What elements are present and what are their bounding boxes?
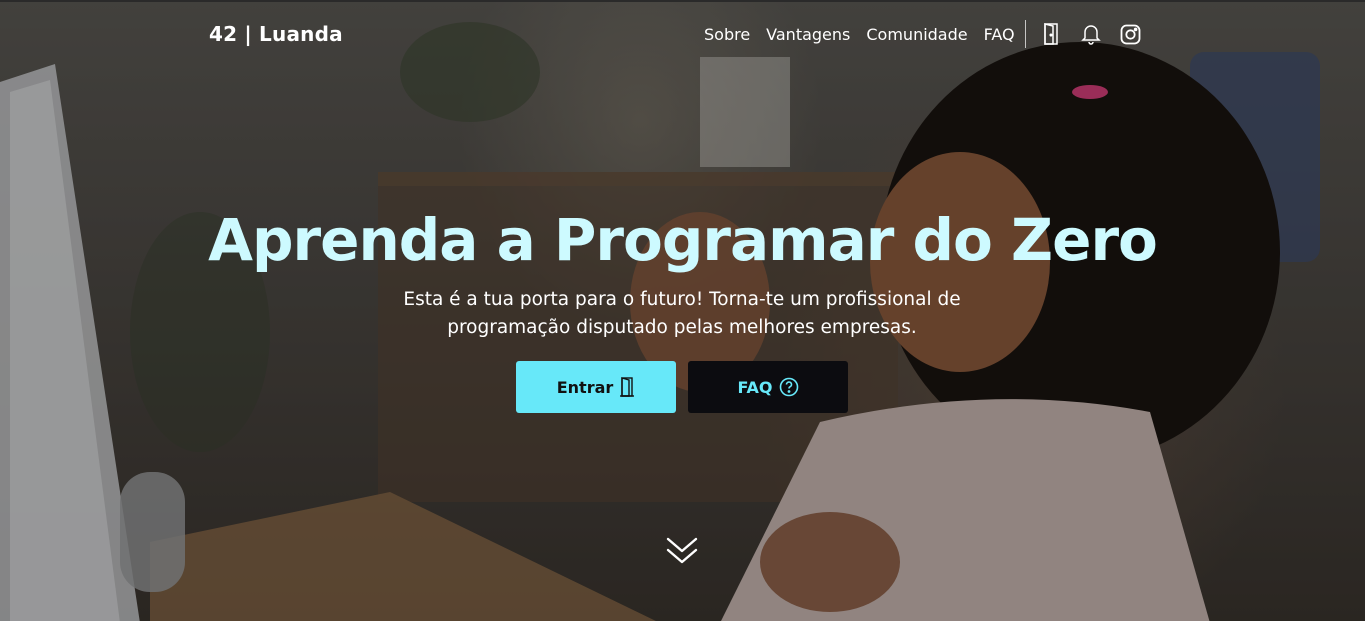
instagram-icon[interactable] <box>1119 23 1141 45</box>
hero-subtitle: Esta é a tua porta para o futuro! Torna-… <box>382 286 982 342</box>
nav-link-faq[interactable]: FAQ <box>984 25 1015 44</box>
door-icon <box>619 377 635 397</box>
nav-link-sobre[interactable]: Sobre <box>704 25 750 44</box>
nav-links: Sobre Vantagens Comunidade FAQ <box>704 25 1031 44</box>
door-icon[interactable] <box>1040 23 1062 45</box>
brand-logo[interactable]: 42 | Luanda <box>209 22 343 46</box>
nav-divider <box>1025 20 1026 48</box>
nav-link-vantagens[interactable]: Vantagens <box>766 25 850 44</box>
entrar-button[interactable]: Entrar <box>516 361 676 413</box>
hero-subtitle-line-1: Esta é a tua porta para o futuro! Torna-… <box>403 289 961 310</box>
faq-button-label: FAQ <box>737 377 773 397</box>
faq-button[interactable]: FAQ <box>688 361 848 413</box>
nav-link-comunidade[interactable]: Comunidade <box>866 25 967 44</box>
hero-subtitle-line-2: programação disputado pelas melhores emp… <box>447 317 917 338</box>
question-circle-icon <box>779 377 799 397</box>
hero-title: Aprenda a Programar do Zero <box>208 206 1158 274</box>
double-chevron-down-icon[interactable] <box>665 535 699 567</box>
bell-icon[interactable] <box>1080 23 1102 45</box>
entrar-button-label: Entrar <box>556 377 614 397</box>
top-navbar: 42 | Luanda Sobre Vantagens Comunidade F… <box>0 0 1365 70</box>
